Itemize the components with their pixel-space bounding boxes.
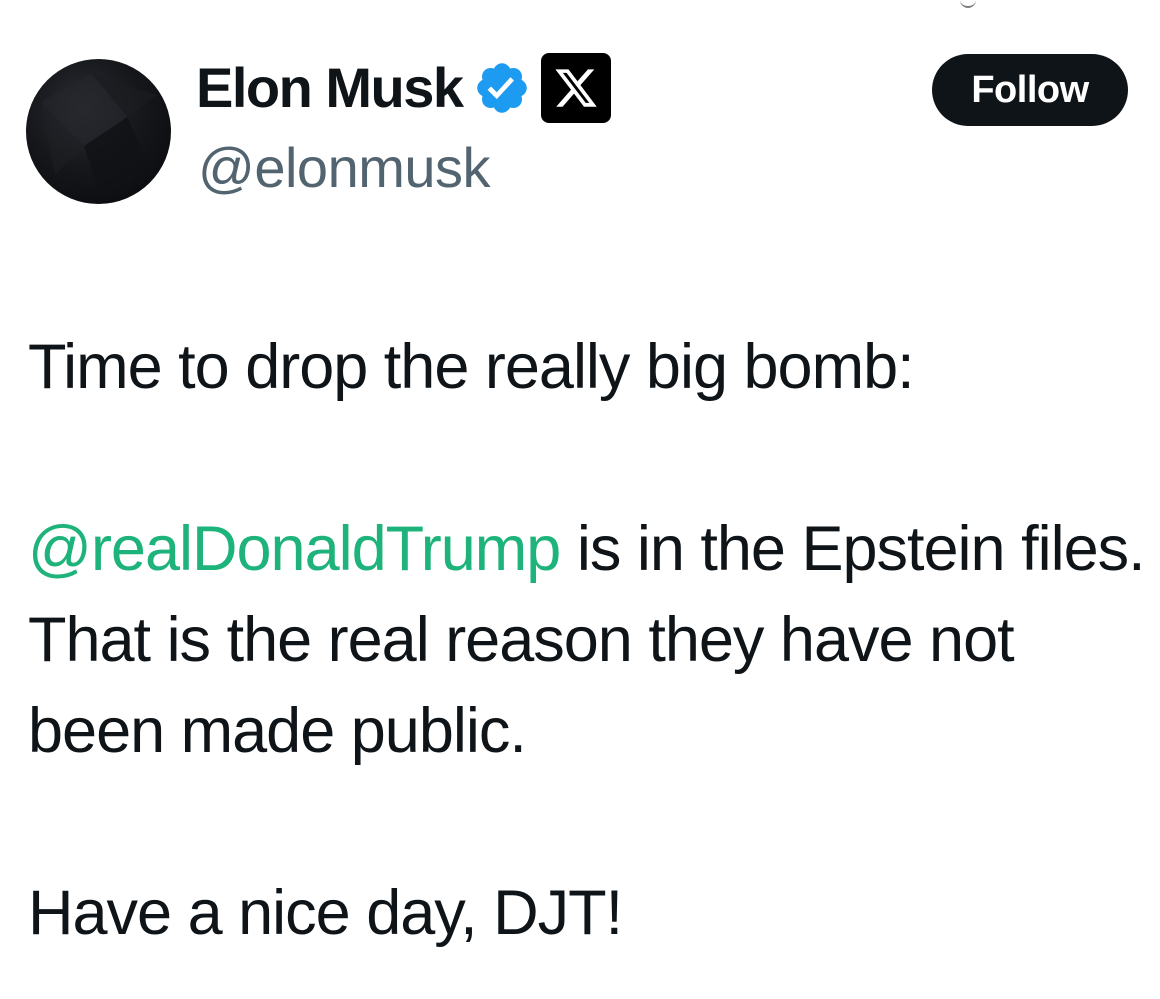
author-display-name[interactable]: Elon Musk bbox=[196, 60, 464, 116]
mention-link[interactable]: @realDonaldTrump bbox=[28, 514, 561, 584]
cropped-glyph bbox=[960, 0, 976, 8]
follow-button[interactable]: Follow bbox=[932, 54, 1128, 126]
x-logo-icon[interactable] bbox=[540, 53, 611, 123]
verified-badge-icon[interactable] bbox=[473, 59, 531, 117]
author-name-row: Elon Musk bbox=[196, 52, 611, 124]
author-handle[interactable]: @elonmusk bbox=[198, 140, 491, 196]
tweet-card: Elon Musk @elonmusk Follow Time to drop … bbox=[0, 0, 1160, 999]
avatar-image bbox=[40, 73, 157, 190]
tweet-text-line: Time to drop the really big bomb: bbox=[28, 332, 915, 402]
tweet-text-paragraph: @realDonaldTrump is in the Epstein files… bbox=[28, 504, 1153, 777]
avatar[interactable] bbox=[26, 59, 171, 204]
tweet-text: Time to drop the really big bomb: @realD… bbox=[28, 322, 1153, 959]
tweet-text-line: Have a nice day, DJT! bbox=[28, 878, 623, 948]
